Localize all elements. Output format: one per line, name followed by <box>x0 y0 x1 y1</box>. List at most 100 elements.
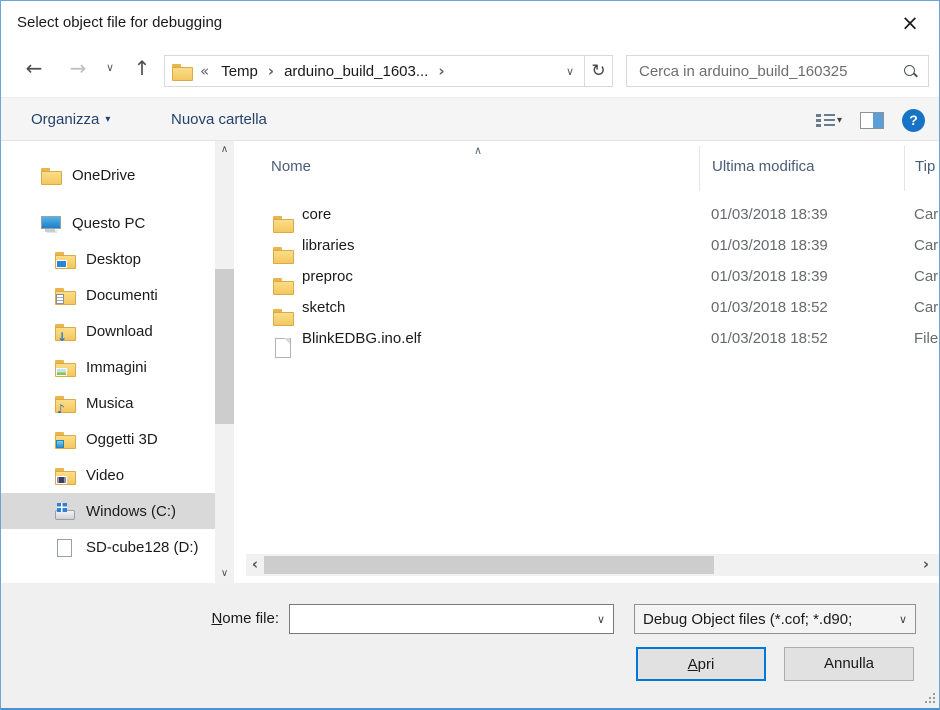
filename-label: Nome file: <box>101 610 279 627</box>
sidebar-item-download[interactable]: Download <box>1 313 215 349</box>
scroll-left-icon[interactable]: ‹ <box>246 554 264 576</box>
sidebar-item-label: Musica <box>86 395 134 412</box>
file-row-blinkedbg-ino-elf[interactable]: BlinkEDBG.ino.elf01/03/2018 18:52File <box>246 323 939 354</box>
file-name: sketch <box>302 299 699 316</box>
drive-icon <box>55 539 75 556</box>
sidebar-scrollbar-thumb[interactable] <box>215 269 234 424</box>
sidebar-item-label: Oggetti 3D <box>86 431 158 448</box>
open-button[interactable]: Apri <box>636 647 766 681</box>
file-modified: 01/03/2018 18:39 <box>699 206 904 223</box>
address-bar[interactable]: « Temp › arduino_build_1603... › ∨ <box>164 55 585 87</box>
file-type: Car <box>904 268 939 285</box>
sidebar-item-label: Documenti <box>86 287 158 304</box>
file-row-libraries[interactable]: libraries01/03/2018 18:39Car <box>246 230 939 261</box>
search-icon[interactable] <box>904 65 916 77</box>
scroll-up-icon[interactable]: ∧ <box>215 141 234 159</box>
sidebar-item-label: SD-cube128 (D:) <box>86 539 199 556</box>
file-modified: 01/03/2018 18:39 <box>699 237 904 254</box>
folder-desktop-icon <box>55 251 75 268</box>
help-icon[interactable]: ? <box>902 109 925 132</box>
menu-arrow-icon: ▾ <box>105 114 110 125</box>
file-modified: 01/03/2018 18:52 <box>699 330 904 347</box>
organize-button[interactable]: Organizza▾ <box>31 98 110 142</box>
scroll-right-icon[interactable]: › <box>917 554 935 576</box>
sort-ascending-icon: ∧ <box>474 144 482 157</box>
filetype-dropdown-icon: ∨ <box>899 613 907 626</box>
filename-dropdown-icon[interactable]: ∨ <box>597 613 605 626</box>
column-header-modified[interactable]: Ultima modifica <box>699 146 904 191</box>
up-button[interactable]: ↑ <box>127 55 157 83</box>
sidebar-item-oggetti-3d[interactable]: Oggetti 3D <box>1 421 215 457</box>
scroll-down-icon[interactable]: ∨ <box>215 565 234 583</box>
address-dropdown-icon[interactable]: ∨ <box>556 65 584 78</box>
sidebar-item-desktop[interactable]: Desktop <box>1 241 215 277</box>
folder-documents-icon <box>55 287 75 304</box>
sidebar-item-onedrive[interactable]: OneDrive <box>1 157 215 193</box>
horizontal-scrollbar[interactable]: ‹ › <box>246 554 939 576</box>
filename-input[interactable] <box>289 604 614 634</box>
sidebar-item-musica[interactable]: Musica <box>1 385 215 421</box>
navigation-bar: ← → ∨ ↑ « Temp › arduino_build_1603... ›… <box>1 47 939 91</box>
folder-download-icon <box>55 323 75 340</box>
file-row-core[interactable]: core01/03/2018 18:39Car <box>246 199 939 230</box>
file-type: Car <box>904 237 939 254</box>
sidebar-scrollbar[interactable]: ∧ ∨ <box>215 141 234 583</box>
breadcrumb-separator-icon[interactable]: › <box>436 62 446 80</box>
file-modified: 01/03/2018 18:39 <box>699 268 904 285</box>
forward-button: → <box>63 55 93 83</box>
resize-grip[interactable] <box>925 693 935 703</box>
file-type: File <box>904 330 939 347</box>
breadcrumb-item-build[interactable]: arduino_build_1603... <box>276 63 436 80</box>
new-folder-button[interactable]: Nuova cartella <box>171 98 267 142</box>
file-modified: 01/03/2018 18:52 <box>699 299 904 316</box>
views-dropdown-icon: ▾ <box>837 115 842 126</box>
search-input[interactable] <box>627 63 904 80</box>
folder-pictures-icon <box>55 359 75 376</box>
column-header-name[interactable]: Nome <box>246 146 699 191</box>
title-bar: Select object file for debugging × <box>1 1 939 47</box>
history-dropdown-icon[interactable]: ∨ <box>99 55 121 83</box>
search-box <box>626 55 929 87</box>
breadcrumb-overflow-chevron[interactable]: « <box>192 62 213 80</box>
sidebar-item-windows-c[interactable]: Windows (C:) <box>1 493 215 529</box>
filename-combo: ∨ <box>289 604 614 634</box>
column-headers: ∧ Nome Ultima modifica Tip <box>246 146 939 191</box>
folder-icon <box>172 63 192 80</box>
folder-3d-icon <box>55 431 75 448</box>
sidebar-item-immagini[interactable]: Immagini <box>1 349 215 385</box>
sidebar-item-label: Windows (C:) <box>86 503 176 520</box>
filetype-combo[interactable]: Debug Object files (*.cof; *.d90; ∨ <box>634 604 916 634</box>
views-button[interactable]: ▾ <box>816 113 842 128</box>
computer-icon <box>41 215 61 232</box>
details-view-icon <box>816 113 835 128</box>
close-icon[interactable]: × <box>893 9 927 37</box>
sidebar-item-label: Immagini <box>86 359 147 376</box>
file-name: BlinkEDBG.ino.elf <box>302 330 699 347</box>
sidebar-item-label: Questo PC <box>72 215 145 232</box>
file-type: Car <box>904 299 939 316</box>
file-dialog-window: Select object file for debugging × ← → ∨… <box>0 0 940 710</box>
file-row-sketch[interactable]: sketch01/03/2018 18:52Car <box>246 292 939 323</box>
sidebar-item-label: Desktop <box>86 251 141 268</box>
cancel-button[interactable]: Annulla <box>784 647 914 681</box>
navigation-sidebar: OneDrive Questo PC Desktop Documenti Downloa… <box>1 141 215 583</box>
sidebar-list: OneDrive Questo PC Desktop Documenti Downloa… <box>1 157 215 565</box>
sidebar-item-sd-cube128-d[interactable]: SD-cube128 (D:) <box>1 529 215 565</box>
horizontal-scrollbar-thumb[interactable] <box>264 556 714 574</box>
preview-pane-icon[interactable] <box>860 112 884 129</box>
back-button[interactable]: ← <box>19 55 49 83</box>
folder-icon <box>41 167 61 184</box>
file-row-preproc[interactable]: preproc01/03/2018 18:39Car <box>246 261 939 292</box>
file-rows: core01/03/2018 18:39Carlibraries01/03/20… <box>246 199 939 354</box>
breadcrumb-item-temp[interactable]: Temp <box>213 63 266 80</box>
dialog-title: Select object file for debugging <box>17 14 222 31</box>
column-header-type[interactable]: Tip <box>904 146 939 191</box>
refresh-icon[interactable]: ↻ <box>585 55 613 87</box>
sidebar-item-video[interactable]: Video <box>1 457 215 493</box>
sidebar-item-questo-pc[interactable]: Questo PC <box>1 205 215 241</box>
sidebar-item-label: Video <box>86 467 124 484</box>
sidebar-item-label: Download <box>86 323 153 340</box>
folder-video-icon <box>55 467 75 484</box>
sidebar-item-documenti[interactable]: Documenti <box>1 277 215 313</box>
breadcrumb-separator-icon[interactable]: › <box>266 62 276 80</box>
